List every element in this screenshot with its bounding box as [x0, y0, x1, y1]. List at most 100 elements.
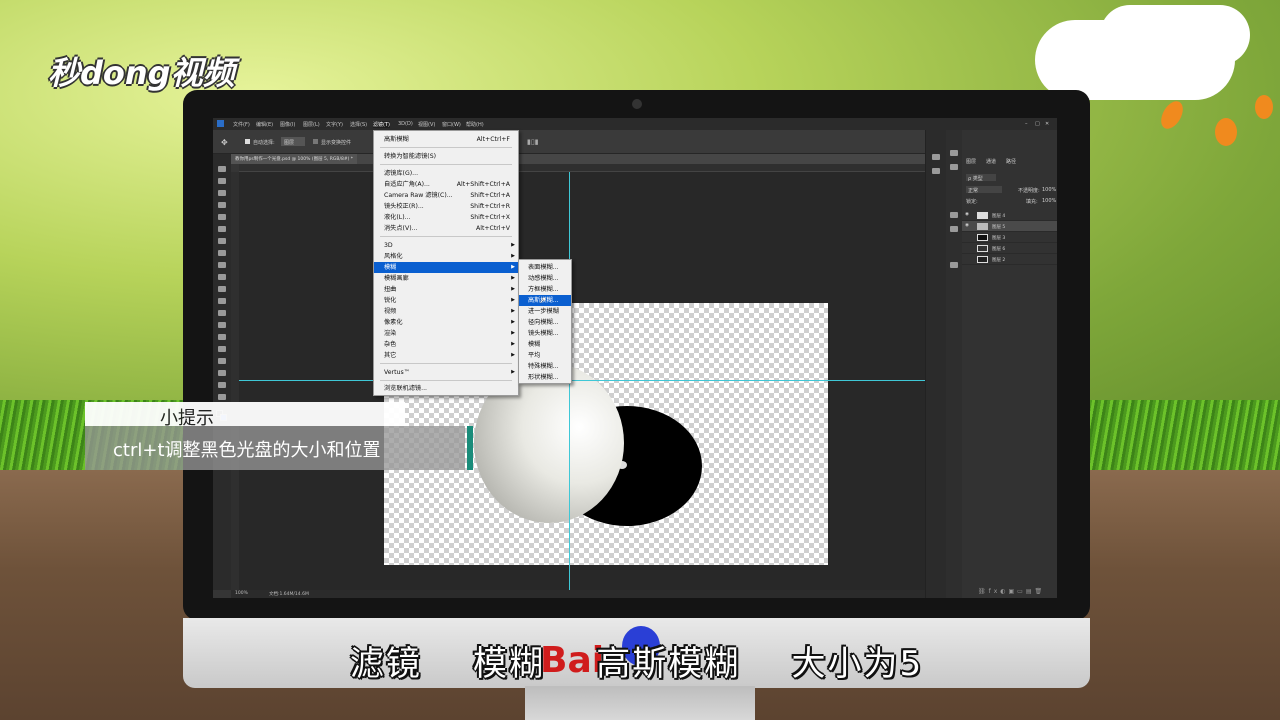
eyedropper-tool-icon[interactable]: [218, 226, 226, 232]
move-tool-icon[interactable]: [218, 166, 226, 172]
menu-item-3d[interactable]: 3D ▶: [374, 240, 518, 251]
dodge-tool-icon[interactable]: [218, 322, 226, 328]
maximize-icon[interactable]: □: [1035, 121, 1040, 127]
menu-item-render[interactable]: 渲染 ▶: [374, 328, 518, 339]
type-tool-icon[interactable]: [218, 346, 226, 352]
menu-filter[interactable]: 滤镜(T): [373, 121, 390, 128]
character-panel-icon[interactable]: [950, 212, 958, 218]
submenu-item-smart-blur[interactable]: 特殊模糊...: [519, 361, 571, 372]
layer-select-dropdown[interactable]: 图层: [281, 137, 305, 146]
menu-item-distort[interactable]: 扭曲 ▶: [374, 284, 518, 295]
path-select-icon[interactable]: [218, 358, 226, 364]
layer-thumbnail: [977, 245, 988, 252]
layer-row[interactable]: 图层 6: [962, 243, 1057, 254]
menu-3d[interactable]: 3D(D): [398, 121, 413, 127]
canvas-area[interactable]: [239, 172, 925, 590]
submenu-item-shape-blur[interactable]: 形状模糊...: [519, 372, 571, 383]
quick-select-tool-icon[interactable]: [218, 202, 226, 208]
shape-tool-icon[interactable]: [218, 370, 226, 376]
eye-icon[interactable]: ◉: [965, 223, 969, 228]
brush-tool-icon[interactable]: [218, 250, 226, 256]
menu-item-browse-online[interactable]: 浏览联机滤镜...: [374, 383, 518, 394]
menu-item-camera-raw[interactable]: Camera Raw 滤镜(C)... Shift+Ctrl+A: [374, 190, 518, 201]
guide-horizontal[interactable]: [239, 380, 925, 381]
menu-type[interactable]: 文字(Y): [326, 121, 343, 128]
transform-controls-checkbox[interactable]: [313, 139, 318, 144]
align-icons[interactable]: ▮▯▮: [527, 138, 539, 146]
menu-view[interactable]: 视图(V): [418, 121, 435, 128]
menu-select[interactable]: 选择(S): [350, 121, 367, 128]
menu-item-shortcut: Shift+Ctrl+R: [470, 203, 510, 210]
monitor-stand: [525, 686, 755, 720]
minimize-icon[interactable]: –: [1025, 121, 1028, 127]
menu-item-video[interactable]: 视频 ▶: [374, 306, 518, 317]
paragraph-panel-icon[interactable]: [950, 226, 958, 232]
submenu-item-motion-blur[interactable]: 动感模糊...: [519, 273, 571, 284]
submenu-item-blur-more[interactable]: 进一步模糊: [519, 306, 571, 317]
layer-row-selected[interactable]: ◉ 图层 5: [962, 221, 1057, 232]
layer-row[interactable]: 图层 3: [962, 232, 1057, 243]
submenu-item-blur[interactable]: 模糊: [519, 339, 571, 350]
history-brush-icon[interactable]: [218, 274, 226, 280]
menu-item-vertus[interactable]: Vertus™ ▶: [374, 367, 518, 378]
tab-channels[interactable]: 通道: [986, 158, 996, 165]
menu-item-blur-gallery[interactable]: 模糊画廊 ▶: [374, 273, 518, 284]
menu-item-blur[interactable]: 模糊 ▶: [374, 262, 518, 273]
layer-actions-icons[interactable]: ⛓fx◐▣▭▤🗑: [978, 588, 1045, 595]
panel-icon-strip-2: [946, 130, 962, 598]
blend-mode-select[interactable]: 正常: [966, 186, 1002, 194]
move-tool-icon[interactable]: ✥: [221, 138, 228, 147]
eye-icon[interactable]: ◉: [965, 212, 969, 217]
menu-item-last-filter[interactable]: 高斯模糊 Alt+Ctrl+F: [374, 134, 518, 145]
submenu-item-average[interactable]: 平均: [519, 350, 571, 361]
blur-tool-icon[interactable]: [218, 310, 226, 316]
layer-row[interactable]: ◉ 图层 4: [962, 210, 1057, 221]
stamp-tool-icon[interactable]: [218, 262, 226, 268]
menu-image[interactable]: 图像(I): [280, 121, 295, 128]
tools-preset-icon[interactable]: [950, 262, 958, 268]
brush-panel-icon[interactable]: [950, 150, 958, 156]
lasso-tool-icon[interactable]: [218, 190, 226, 196]
submenu-item-surface-blur[interactable]: 表面模糊...: [519, 262, 571, 273]
marquee-tool-icon[interactable]: [218, 178, 226, 184]
layer-row[interactable]: 图层 2: [962, 254, 1057, 265]
opacity-value[interactable]: 100%: [1042, 187, 1056, 193]
menu-item-other[interactable]: 其它 ▶: [374, 350, 518, 361]
menu-item-lens-correction[interactable]: 镜头校正(R)... Shift+Ctrl+R: [374, 201, 518, 212]
menu-window[interactable]: 窗口(W): [442, 121, 461, 128]
gradient-tool-icon[interactable]: [218, 298, 226, 304]
menu-edit[interactable]: 编辑(E): [256, 121, 273, 128]
menu-item-vanishing-point[interactable]: 消失点(V)... Alt+Ctrl+V: [374, 223, 518, 234]
menu-item-sharpen[interactable]: 锐化 ▶: [374, 295, 518, 306]
document-tab[interactable]: 教你用ps制作一个光盘.psd @ 100% (图层 5, RGB/8#) *: [231, 154, 358, 164]
pen-tool-icon[interactable]: [218, 334, 226, 340]
tab-layers[interactable]: 图层: [966, 158, 976, 165]
close-icon[interactable]: ✕: [1045, 121, 1049, 127]
color-panel-icon[interactable]: [950, 164, 958, 170]
menu-item-stylize[interactable]: 风格化 ▶: [374, 251, 518, 262]
layer-kind-filter[interactable]: ρ 类型: [966, 174, 996, 182]
menu-item-smart-filter[interactable]: 转换为智能滤镜(S): [374, 151, 518, 162]
history-panel-icon[interactable]: [932, 154, 940, 160]
crop-tool-icon[interactable]: [218, 214, 226, 220]
menu-item-adaptive-wide-angle[interactable]: 自适应广角(A)... Alt+Shift+Ctrl+A: [374, 179, 518, 190]
submenu-item-box-blur[interactable]: 方框模糊...: [519, 284, 571, 295]
menu-help[interactable]: 帮助(H): [466, 121, 484, 128]
menu-item-noise[interactable]: 杂色 ▶: [374, 339, 518, 350]
zoom-tool-icon[interactable]: [218, 394, 226, 400]
menu-item-liquify[interactable]: 液化(L)... Shift+Ctrl+X: [374, 212, 518, 223]
submenu-item-lens-blur[interactable]: 镜头模糊...: [519, 328, 571, 339]
actions-panel-icon[interactable]: [932, 168, 940, 174]
submenu-item-radial-blur[interactable]: 径向模糊...: [519, 317, 571, 328]
menu-item-filter-gallery[interactable]: 滤镜库(G)...: [374, 168, 518, 179]
healing-tool-icon[interactable]: [218, 238, 226, 244]
eraser-tool-icon[interactable]: [218, 286, 226, 292]
hand-tool-icon[interactable]: [218, 382, 226, 388]
tab-paths[interactable]: 路径: [1006, 158, 1016, 165]
menu-item-pixelate[interactable]: 像素化 ▶: [374, 317, 518, 328]
menu-file[interactable]: 文件(F): [233, 121, 250, 128]
submenu-arrow-icon: ▶: [511, 242, 515, 248]
auto-select-checkbox[interactable]: [245, 139, 250, 144]
fill-value[interactable]: 100%: [1042, 198, 1056, 204]
menu-layer[interactable]: 图层(L): [303, 121, 320, 128]
